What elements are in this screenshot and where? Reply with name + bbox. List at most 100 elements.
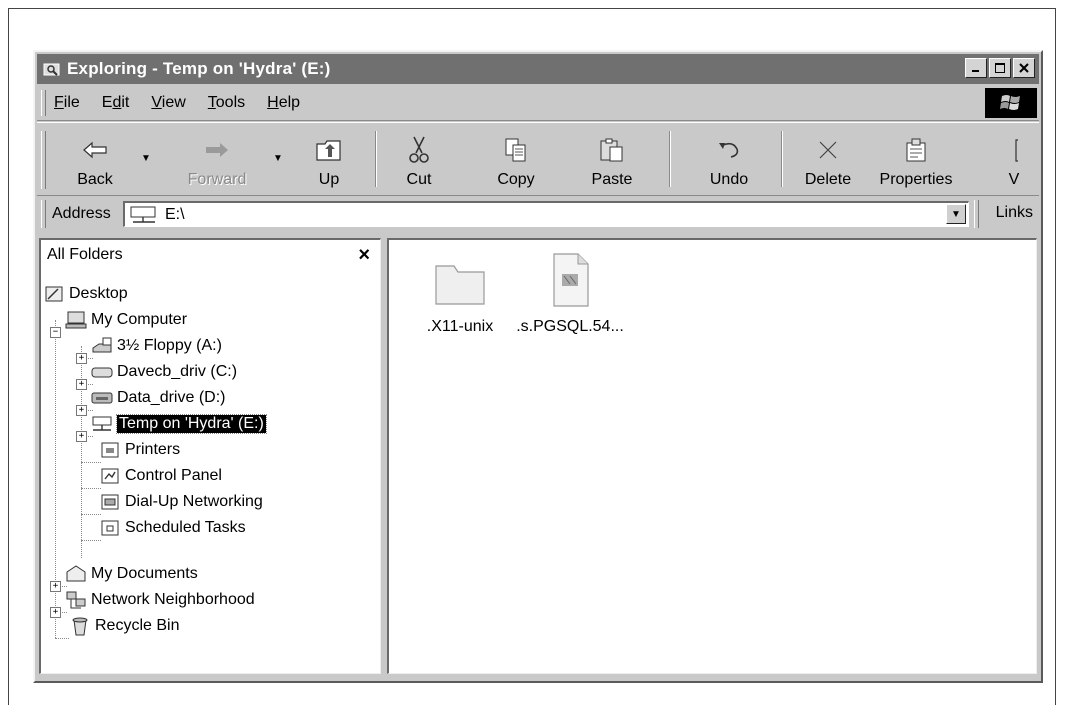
menu-view[interactable]: View xyxy=(151,94,185,112)
file-item-pgsql-socket[interactable]: .s.PGSQL.54... xyxy=(515,252,625,336)
paste-button[interactable]: Paste xyxy=(577,129,647,189)
toolbar-separator xyxy=(781,131,783,187)
expand-drive-c-toggle[interactable]: + xyxy=(76,379,87,390)
paste-icon xyxy=(600,138,623,162)
tree-item-label: Recycle Bin xyxy=(95,617,180,634)
removable-drive-icon xyxy=(91,388,113,408)
copy-button[interactable]: Copy xyxy=(481,129,551,189)
tree-line xyxy=(81,462,101,463)
delete-button[interactable]: Delete xyxy=(793,129,863,189)
network-drive-icon xyxy=(129,205,159,225)
tree-item-floppy[interactable]: 3½ Floppy (A:) xyxy=(91,333,222,359)
menu-grip[interactable] xyxy=(41,90,46,116)
expand-drive-d-toggle[interactable]: + xyxy=(76,405,87,416)
network-drive-icon xyxy=(91,414,113,434)
tree-item-drive-c[interactable]: Davecb_driv (C:) xyxy=(91,359,237,385)
menu-file-mnemonic: F xyxy=(54,94,64,111)
tree-item-dialup[interactable]: Dial-Up Networking xyxy=(99,489,263,515)
back-label: Back xyxy=(77,171,113,188)
recycle-bin-icon xyxy=(69,616,91,636)
menu-help[interactable]: Help xyxy=(267,94,300,112)
toolbar-separator xyxy=(375,131,377,187)
properties-icon xyxy=(906,138,926,162)
menu-edit-label-start: E xyxy=(101,94,113,111)
properties-label: Properties xyxy=(879,171,953,188)
expand-network-toggle[interactable]: + xyxy=(50,607,61,618)
tree-item-recycle-bin[interactable]: Recycle Bin xyxy=(69,613,179,639)
explorer-window: Exploring - Temp on 'Hydra' (E:) File Ed… xyxy=(33,50,1043,683)
tree-item-printers[interactable]: Printers xyxy=(99,437,180,463)
delete-x-icon xyxy=(819,141,837,159)
tree-item-my-computer[interactable]: My Computer xyxy=(65,307,187,333)
tree-item-control-panel[interactable]: Control Panel xyxy=(99,463,222,489)
collapse-my-computer-toggle[interactable]: − xyxy=(50,327,61,338)
folders-pane-header: All Folders × xyxy=(41,240,380,270)
tree-item-label: Network Neighborhood xyxy=(91,591,255,608)
forward-label: Forward xyxy=(187,171,247,188)
menu-edit[interactable]: Edit xyxy=(102,94,130,112)
tree-item-network-neighborhood[interactable]: Network Neighborhood xyxy=(65,587,255,613)
views-icon xyxy=(1015,139,1018,162)
delete-label: Delete xyxy=(804,171,852,188)
address-label: Address xyxy=(52,205,111,222)
tree-item-my-documents[interactable]: My Documents xyxy=(65,561,198,587)
toolbar-grip[interactable] xyxy=(41,131,46,189)
properties-button[interactable]: Properties xyxy=(871,129,961,189)
control-panel-icon xyxy=(99,466,121,486)
back-arrow-icon xyxy=(83,141,107,159)
chevron-down-icon: ▼ xyxy=(951,208,961,220)
forward-dropdown-icon[interactable]: ▼ xyxy=(273,153,283,164)
address-bar: Address E:\ ▼ Links xyxy=(37,196,1039,232)
menu-edit-label: it xyxy=(121,94,130,111)
explorer-app-icon xyxy=(43,61,61,77)
close-icon xyxy=(1019,63,1029,73)
tree-item-label-selected: Temp on 'Hydra' (E:) xyxy=(116,414,267,434)
undo-button[interactable]: Undo xyxy=(697,129,761,189)
paste-label: Paste xyxy=(591,171,633,188)
folder-tree-pane: All Folders × − + + + + + + Desktop My C… xyxy=(39,238,381,674)
cut-button[interactable]: Cut xyxy=(389,129,449,189)
my-documents-folder-icon xyxy=(65,564,87,584)
menu-help-label: elp xyxy=(278,94,301,111)
tree-item-label: Scheduled Tasks xyxy=(125,519,246,536)
expand-floppy-toggle[interactable]: + xyxy=(76,353,87,364)
tree-line xyxy=(81,540,101,541)
links-button[interactable]: Links xyxy=(996,204,1033,222)
address-grip[interactable] xyxy=(41,200,46,228)
address-dropdown-button[interactable]: ▼ xyxy=(946,204,966,224)
expand-my-documents-toggle[interactable]: + xyxy=(50,581,61,592)
forward-button[interactable]: Forward xyxy=(177,129,257,189)
tree-item-drive-d[interactable]: Data_drive (D:) xyxy=(91,385,225,411)
minimize-button[interactable] xyxy=(965,58,987,78)
menu-file-label: ile xyxy=(63,94,80,111)
folder-icon xyxy=(405,252,515,308)
folder-contents-pane: .X11-unix .s.PGSQL.54... xyxy=(387,238,1037,674)
folders-pane-title: All Folders xyxy=(47,246,123,263)
maximize-button[interactable] xyxy=(989,58,1011,78)
menu-tools[interactable]: Tools xyxy=(208,94,245,112)
undo-label: Undo xyxy=(709,171,749,188)
expand-drive-e-toggle[interactable]: + xyxy=(76,431,87,442)
file-item-x11-unix[interactable]: .X11-unix xyxy=(405,252,515,336)
menu-tools-mnemonic: T xyxy=(207,94,216,111)
tree-item-label: Data_drive (D:) xyxy=(117,389,226,406)
back-dropdown-icon[interactable]: ▼ xyxy=(141,153,151,164)
close-pane-button[interactable]: × xyxy=(358,244,370,267)
back-button[interactable]: Back xyxy=(65,129,125,189)
cut-label: Cut xyxy=(406,171,432,188)
address-input[interactable]: E:\ ▼ xyxy=(123,201,969,227)
links-grip[interactable] xyxy=(974,200,979,228)
hard-drive-icon xyxy=(91,362,113,382)
scheduled-tasks-icon xyxy=(99,518,121,538)
menu-tools-label: ools xyxy=(215,94,246,111)
tree-item-scheduled-tasks[interactable]: Scheduled Tasks xyxy=(99,515,246,541)
menu-file[interactable]: File xyxy=(54,94,80,112)
tree-item-desktop[interactable]: Desktop xyxy=(43,281,128,307)
up-button[interactable]: Up xyxy=(299,129,359,189)
menu-view-label: iew xyxy=(161,94,186,111)
close-button[interactable] xyxy=(1013,58,1035,78)
tree-item-drive-e[interactable]: Temp on 'Hydra' (E:) xyxy=(91,411,267,437)
views-button[interactable]: V xyxy=(987,129,1041,189)
tree-item-label: My Computer xyxy=(91,311,188,328)
title-bar[interactable]: Exploring - Temp on 'Hydra' (E:) xyxy=(37,54,1039,84)
